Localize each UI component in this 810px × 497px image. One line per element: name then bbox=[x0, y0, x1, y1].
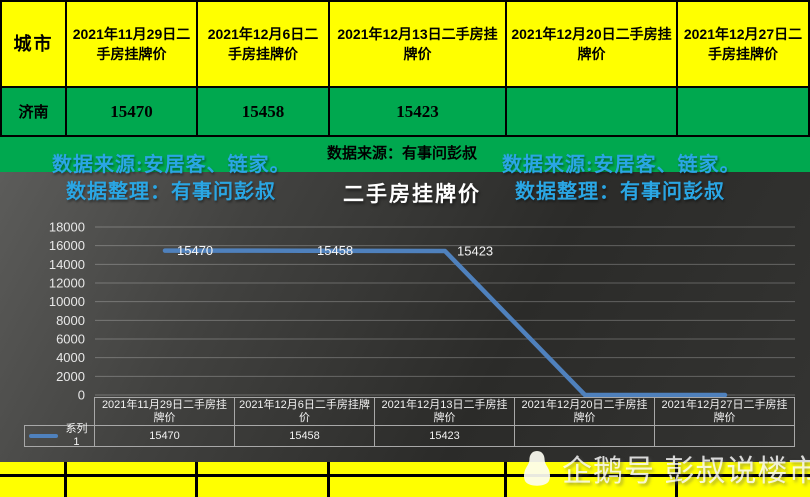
chart-table-category-cell: 2021年12月6日二手房挂牌价 bbox=[234, 397, 375, 426]
table-header-date-2: 2021年12月6日二手房挂牌价 bbox=[198, 2, 330, 88]
price-line-series1 bbox=[165, 251, 725, 395]
footer-cell bbox=[67, 462, 198, 477]
table-cell-price-5 bbox=[678, 88, 808, 135]
table-cell-price-1: 15470 bbox=[67, 88, 198, 135]
chart-table-category-cell: 2021年12月20日二手房挂牌价 bbox=[514, 397, 655, 426]
chart-table-category-cell: 2021年12月27日二手房挂牌价 bbox=[654, 397, 795, 426]
watermark-source-left: 数据来源:安居客、链家。 bbox=[52, 148, 291, 177]
y-axis-tick-label: 6000 bbox=[56, 332, 85, 347]
footer-cell bbox=[0, 477, 67, 497]
chart-table-value-cell bbox=[654, 425, 795, 447]
chart-legend-cell: 系列1 bbox=[24, 425, 95, 447]
footer-cell bbox=[330, 477, 507, 497]
watermark-curator-left: 数据整理：有事问彭叔 bbox=[66, 175, 276, 204]
chart-table-category-cell: 2021年11月29日二手房挂牌价 bbox=[94, 397, 235, 426]
footer-cell bbox=[67, 477, 198, 497]
brand-watermark: 企鹅号 彭叔说楼市 bbox=[522, 446, 810, 490]
legend-series-label: 系列1 bbox=[63, 423, 90, 449]
chart-table-value-cell: 15458 bbox=[234, 425, 375, 447]
y-axis-tick-label: 10000 bbox=[49, 294, 85, 309]
legend-line-marker bbox=[29, 434, 58, 438]
chart-title: 二手房挂牌价 bbox=[343, 178, 481, 208]
price-table: 城市 2021年11月29日二手房挂牌价 2021年12月6日二手房挂牌价 20… bbox=[0, 0, 810, 137]
table-cell-price-4 bbox=[507, 88, 678, 135]
footer-cell bbox=[198, 462, 330, 477]
chart-table-value-cell: 15470 bbox=[94, 425, 235, 447]
chart-table-value-cell bbox=[514, 425, 655, 447]
footer-cell bbox=[330, 462, 507, 477]
table-header-city: 城市 bbox=[2, 2, 67, 88]
y-axis-tick-label: 18000 bbox=[49, 220, 85, 235]
chart-table-spacer bbox=[25, 397, 95, 426]
chart-data-table: 2021年11月29日二手房挂牌价2021年12月6日二手房挂牌价2021年12… bbox=[25, 397, 795, 447]
y-axis-tick-label: 4000 bbox=[56, 350, 85, 365]
table-header-date-3: 2021年12月13日二手房挂牌价 bbox=[330, 2, 507, 88]
y-axis-tick-label: 2000 bbox=[56, 369, 85, 384]
watermark-source-right: 数据来源:安居客、链家。 bbox=[502, 148, 741, 177]
qq-penguin-icon bbox=[522, 450, 552, 487]
y-axis-tick-label: 14000 bbox=[49, 257, 85, 272]
brand-label: 企鹅号 彭叔说楼市 bbox=[562, 446, 810, 490]
data-label: 15458 bbox=[317, 243, 353, 258]
table-header-date-5: 2021年12月27日二手房挂牌价 bbox=[678, 2, 808, 88]
chart-table-value-cell: 15423 bbox=[374, 425, 515, 447]
data-label: 15470 bbox=[177, 243, 213, 258]
chart-table-value-row: 系列1154701545815423 bbox=[25, 426, 795, 447]
chart-table-category-cell: 2021年12月13日二手房挂牌价 bbox=[374, 397, 515, 426]
line-chart: 0200040006000800010000120001400016000180… bbox=[0, 172, 810, 462]
watermark-source-center: 数据来源：有事问彭叔 bbox=[327, 142, 477, 163]
watermark-curator-right: 数据整理：有事问彭叔 bbox=[515, 175, 725, 204]
table-cell-price-2: 15458 bbox=[198, 88, 330, 135]
footer-cell bbox=[198, 477, 330, 497]
chart-table-header-row: 2021年11月29日二手房挂牌价2021年12月6日二手房挂牌价2021年12… bbox=[25, 397, 795, 426]
table-cell-city: 济南 bbox=[2, 88, 67, 135]
table-header-date-1: 2021年11月29日二手房挂牌价 bbox=[67, 2, 198, 88]
y-axis-tick-label: 8000 bbox=[56, 313, 85, 328]
infographic-canvas: 城市 2021年11月29日二手房挂牌价 2021年12月6日二手房挂牌价 20… bbox=[0, 0, 810, 497]
data-label: 15423 bbox=[457, 244, 493, 259]
table-cell-price-3: 15423 bbox=[330, 88, 507, 135]
table-header-date-4: 2021年12月20日二手房挂牌价 bbox=[507, 2, 678, 88]
footer-cell bbox=[0, 462, 67, 477]
y-axis-tick-label: 16000 bbox=[49, 238, 85, 253]
y-axis-tick-label: 12000 bbox=[49, 276, 85, 291]
